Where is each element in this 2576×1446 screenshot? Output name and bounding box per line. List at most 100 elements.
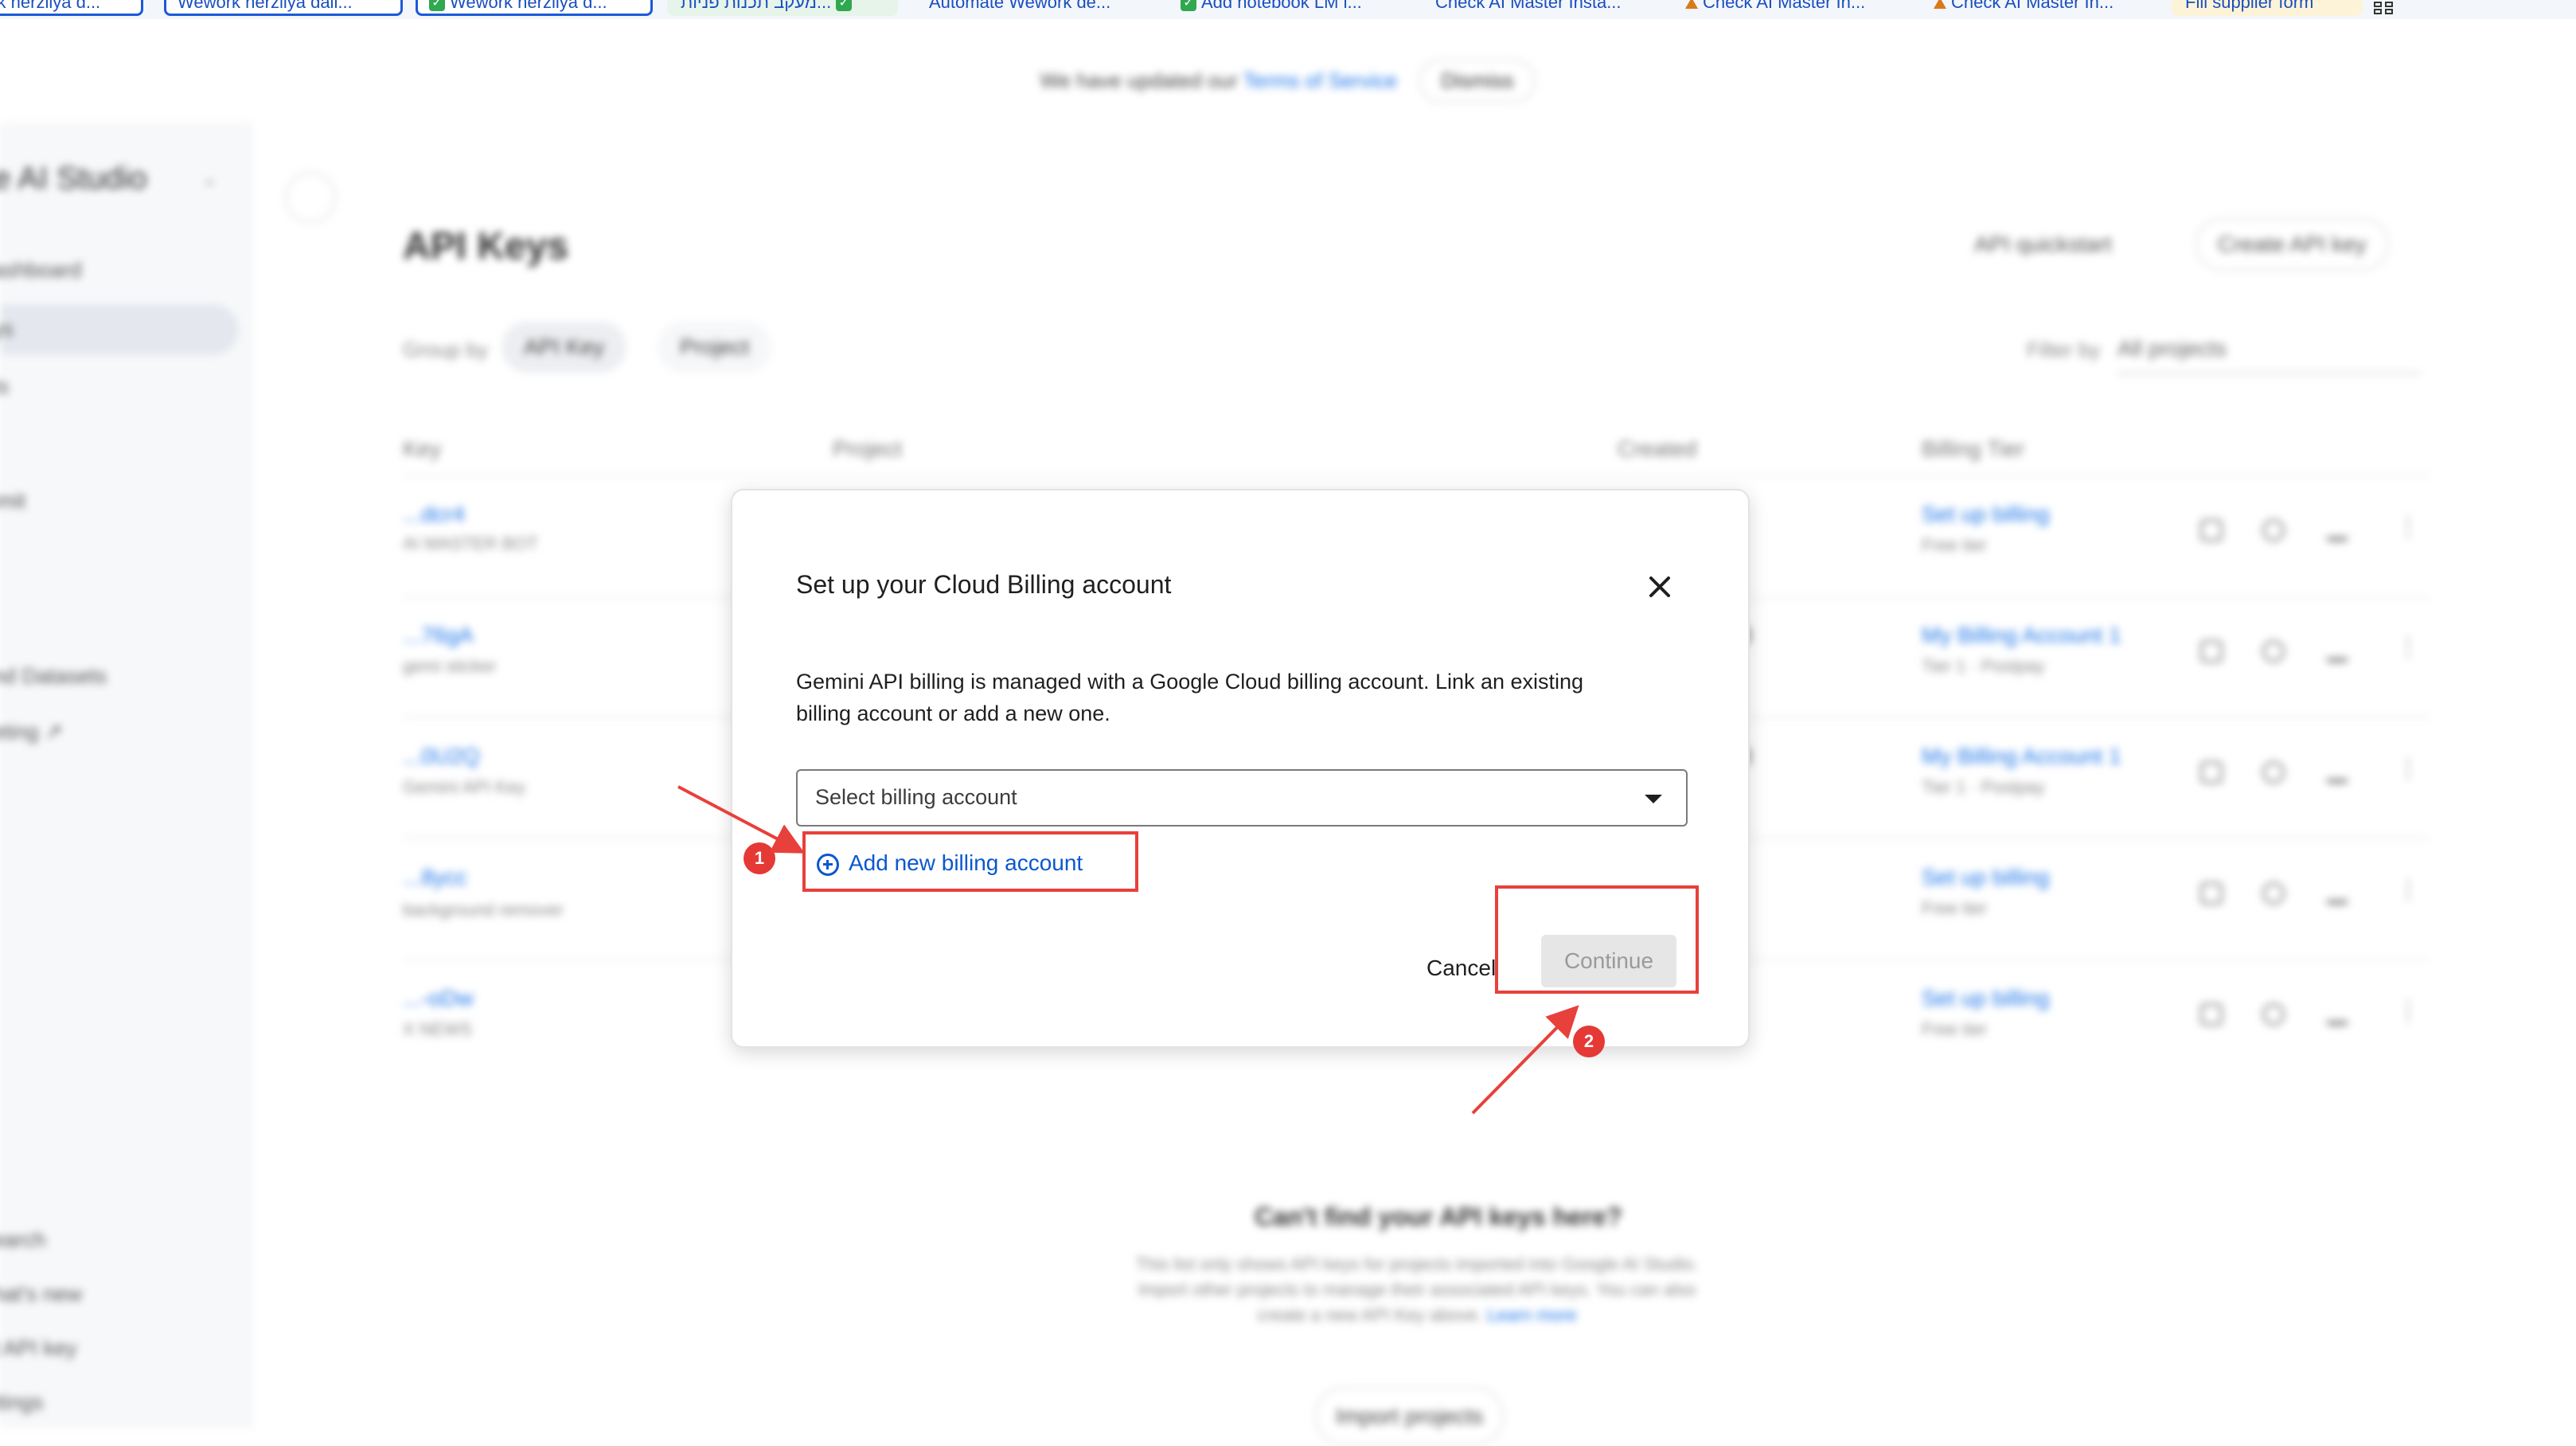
more-icon[interactable]: ⋮	[2396, 755, 2420, 783]
sidebar-item-dashboard[interactable]: ashboard	[0, 258, 82, 283]
column-header-created: Created	[1618, 436, 1697, 461]
sidebar-item-whats-new[interactable]: hat's new	[0, 1282, 82, 1307]
close-icon[interactable]	[1641, 569, 1678, 605]
copy-icon[interactable]	[2200, 640, 2223, 662]
bookmark-item[interactable]: מעקב תכנות פניות... ✓	[667, 0, 898, 16]
table-row-name: X NEWS	[403, 1019, 472, 1039]
table-row-key[interactable]: ...76gA	[403, 623, 474, 648]
empty-help-body: This list only shows API keys for projec…	[1114, 1252, 1719, 1328]
globe-icon[interactable]	[2262, 640, 2285, 662]
globe-icon[interactable]	[2262, 761, 2285, 784]
globe-icon[interactable]	[2262, 882, 2285, 905]
chart-icon[interactable]	[2326, 761, 2348, 784]
chart-icon[interactable]	[2326, 640, 2348, 662]
chart-icon[interactable]	[2326, 519, 2348, 541]
sidebar-toggle-button[interactable]	[285, 172, 336, 223]
api-quickstart-button[interactable]: API quickstart	[1952, 218, 2134, 271]
column-header-project: Project	[833, 436, 903, 461]
more-icon[interactable]: ⋮	[2396, 997, 2420, 1025]
bookmark-item[interactable]: Fill supplier form	[2172, 0, 2363, 16]
table-row-key[interactable]: ...8ycc	[403, 865, 467, 890]
group-by-label: Group by	[403, 338, 488, 362]
globe-icon[interactable]	[2262, 1003, 2285, 1026]
step-badge-1: 1	[744, 842, 775, 874]
sidebar-item-api-keys[interactable]: ys	[0, 317, 14, 342]
table-row-name: Gemini API Key	[403, 777, 526, 797]
tos-link[interactable]: Terms of Service	[1243, 68, 1398, 92]
tos-text: We have updated our	[1040, 68, 1238, 92]
bookmark-item[interactable]: Automate Wework de...	[915, 0, 1154, 16]
billing-link[interactable]: Set up billing	[1922, 986, 2049, 1011]
dropdown-arrow-icon	[1645, 795, 1662, 803]
dialog-title: Set up your Cloud Billing account	[796, 570, 1172, 599]
more-icon[interactable]: ⋮	[2396, 513, 2420, 541]
bookmark-item[interactable]: Wework herzliya dail...	[164, 0, 403, 16]
chart-icon[interactable]	[2326, 882, 2348, 905]
dialog-description: Gemini API billing is managed with a Goo…	[796, 670, 1584, 725]
empty-help-text: This list only shows API keys for projec…	[1135, 1254, 1699, 1325]
bookmark-item[interactable]: ✓ Add notebook LM i...	[1167, 0, 1406, 16]
more-icon[interactable]: ⋮	[2396, 634, 2420, 662]
copy-icon[interactable]	[2200, 519, 2223, 541]
bookmark-item[interactable]: ✓ Wework herzliya d...	[416, 0, 653, 16]
table-row-key[interactable]: ...dcr4	[403, 502, 465, 527]
billing-account-select[interactable]: Select billing account	[796, 769, 1688, 827]
tos-banner: We have updated our Terms of Service Dis…	[0, 59, 2576, 103]
billing-link[interactable]: Set up billing	[1922, 865, 2049, 890]
bookmark-item[interactable]: Check AI Master In...	[1920, 0, 2159, 16]
warning-icon	[1934, 0, 1946, 10]
table-row-name: background remover	[403, 900, 564, 920]
bookmarks-bar: ork herzliya d... Wework herzliya dail..…	[0, 0, 2576, 19]
sidebar-item-rate-limit[interactable]: imit	[0, 489, 25, 514]
copy-icon[interactable]	[2200, 882, 2223, 905]
sidebar-item-search[interactable]: earch	[0, 1228, 46, 1253]
select-placeholder: Select billing account	[815, 785, 1017, 809]
chip-api-key[interactable]: API Key	[502, 322, 627, 373]
dismiss-button[interactable]: Dismiss	[1419, 59, 1536, 103]
apps-grid-icon[interactable]	[2374, 2, 2396, 16]
billing-link[interactable]: My Billing Account 1	[1922, 623, 2121, 648]
check-icon: ✓	[1181, 0, 1196, 12]
create-api-key-button[interactable]: Create API key	[2195, 218, 2389, 271]
more-icon[interactable]: ⋮	[2396, 876, 2420, 904]
billing-tier: Free tier	[1922, 1019, 1987, 1039]
chip-project[interactable]: Project	[658, 322, 772, 373]
sidebar-item-settings[interactable]: ttings	[0, 1390, 44, 1415]
column-header-billing-tier: Billing Tier	[1922, 436, 2025, 461]
bookmark-item[interactable]: Check AI Master In...	[1672, 0, 1911, 16]
copy-icon[interactable]	[2200, 761, 2223, 784]
globe-icon[interactable]	[2262, 519, 2285, 541]
sidebar-active-indicator	[0, 304, 239, 355]
import-projects-button[interactable]: Import projects	[1315, 1387, 1505, 1446]
filter-select[interactable]: All projects	[2117, 325, 2420, 374]
billing-tier: Tier 1 · Postpay	[1922, 656, 2045, 676]
highlight-box-add-billing	[802, 831, 1138, 892]
sidebar: gle AI Studio ⌄ ashboard ys ts imit nd D…	[0, 123, 253, 1428]
billing-tier: Free tier	[1922, 535, 1987, 555]
empty-help-title: Can't find your API keys here?	[1255, 1202, 1622, 1231]
billing-tier: Tier 1 · Postpay	[1922, 777, 2045, 797]
table-row-key[interactable]: ...-oDw	[403, 986, 474, 1011]
page-title: API Keys	[403, 225, 569, 268]
column-header-key: Key	[403, 436, 442, 461]
bookmark-item[interactable]: Check AI Master Insta...	[1422, 0, 1661, 16]
copy-icon[interactable]	[2200, 1003, 2223, 1026]
step-badge-2: 2	[1573, 1026, 1605, 1057]
billing-tier: Free tier	[1922, 898, 1987, 918]
chart-icon[interactable]	[2326, 1003, 2348, 1026]
sidebar-item-projects[interactable]: ts	[0, 374, 9, 399]
table-row-name: gemi sticker	[403, 656, 497, 676]
filter-by-label: Filter by	[2027, 338, 2101, 362]
sidebar-item-marketing[interactable]: eting ↗	[0, 720, 63, 744]
learn-more-link[interactable]: Learn more	[1487, 1305, 1577, 1325]
sidebar-item-datasets[interactable]: nd Datasets	[0, 664, 107, 689]
table-row-key[interactable]: ...0U2Q	[403, 744, 479, 769]
billing-link[interactable]: Set up billing	[1922, 502, 2049, 527]
table-row-name: AI MASTER BOT	[403, 533, 538, 553]
bookmark-item[interactable]: ork herzliya d...	[0, 0, 143, 16]
chevron-down-icon[interactable]: ⌄	[202, 169, 217, 190]
check-icon: ✓	[836, 0, 853, 12]
billing-link[interactable]: My Billing Account 1	[1922, 744, 2121, 769]
row-divider	[403, 475, 2430, 476]
sidebar-item-get-api-key[interactable]: t API key	[0, 1336, 77, 1361]
